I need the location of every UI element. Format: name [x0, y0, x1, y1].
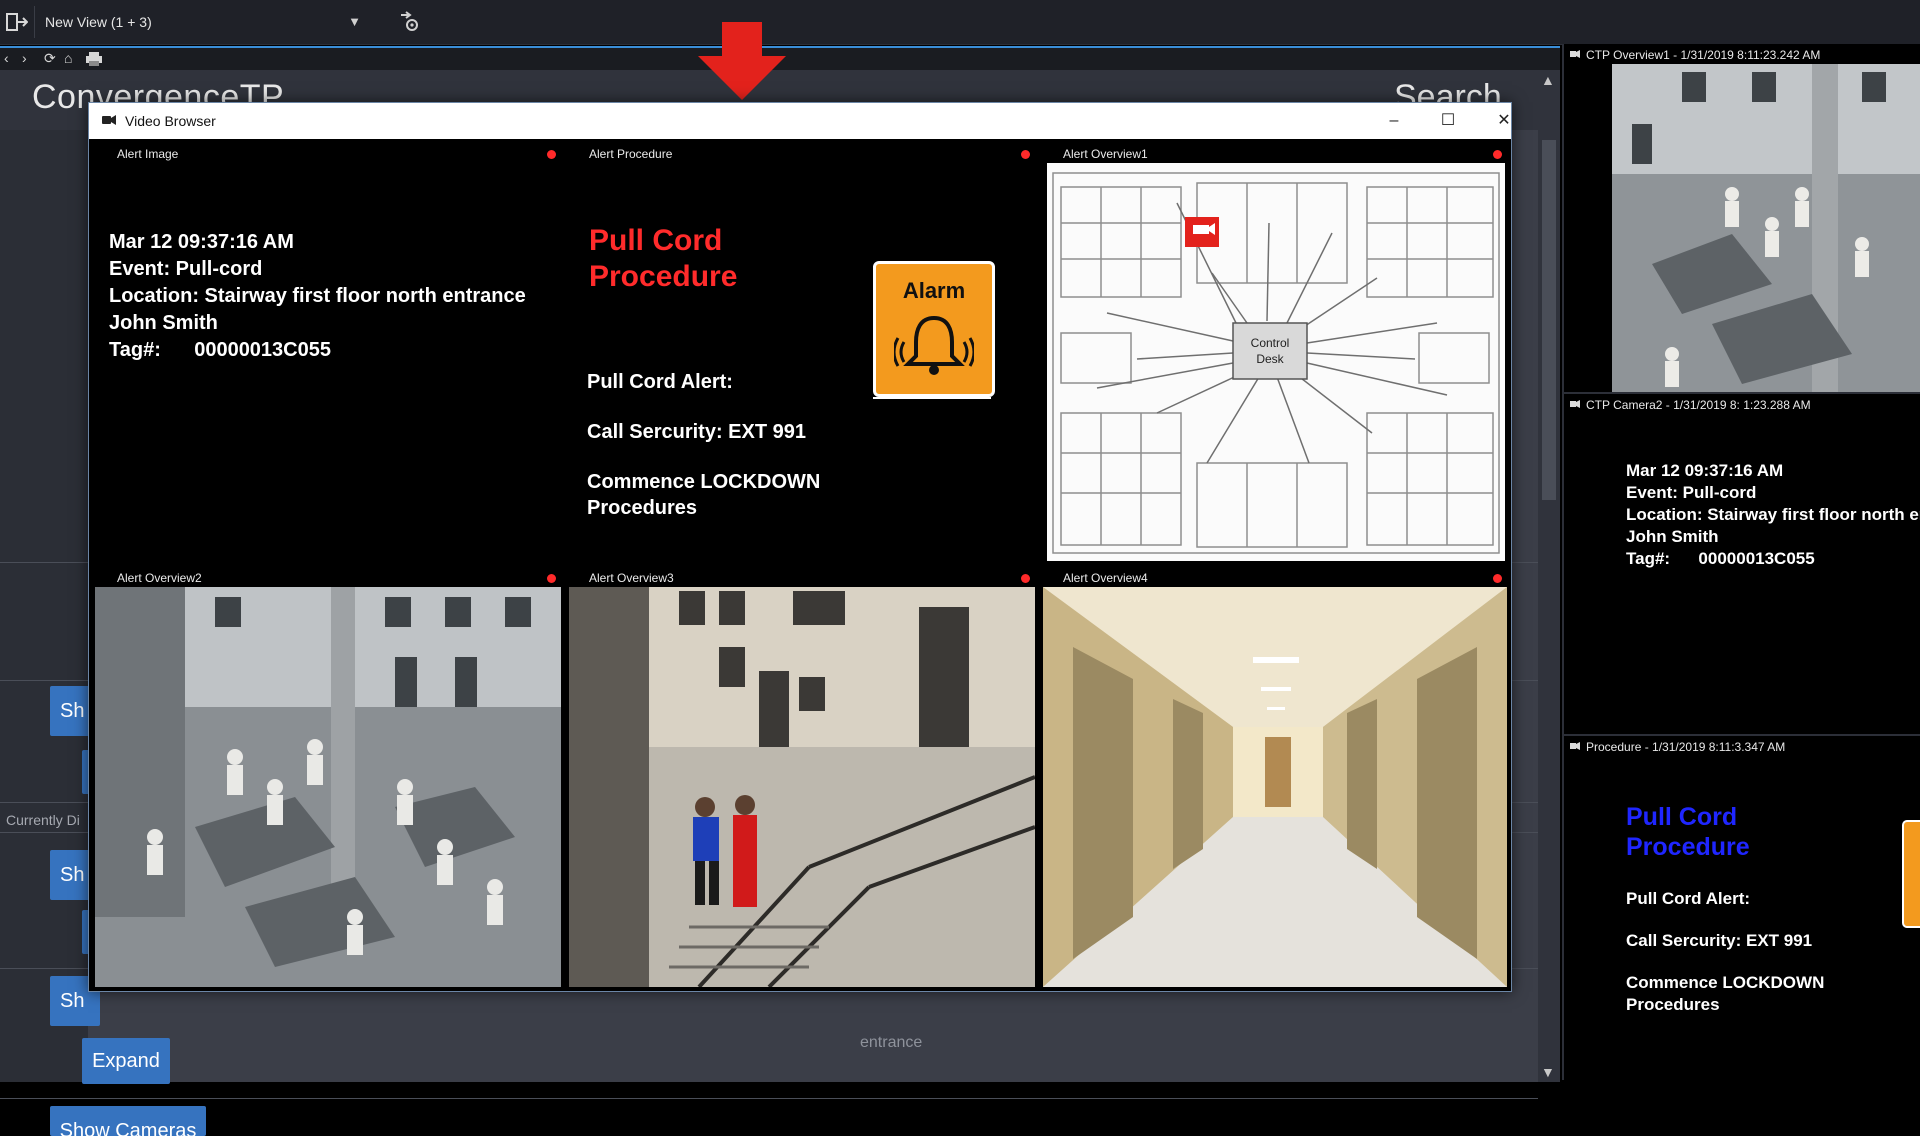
procedure-title: Pull Cord Procedure — [589, 223, 737, 295]
forward-icon[interactable]: › — [22, 50, 27, 66]
camera-tile-icon — [1570, 742, 1580, 750]
right-procedure-title-line1: Pull Cord — [1626, 803, 1738, 831]
procedure-step-3a: Commence LOCKDOWN — [587, 471, 821, 493]
currently-displayed-label: Currently Di — [6, 812, 80, 828]
back-icon[interactable]: ‹ — [4, 50, 9, 66]
scroll-up-icon[interactable]: ▲ — [1541, 72, 1555, 88]
alert-details: Mar 12 09:37:16 AM Event: Pull-cord Loca… — [109, 229, 526, 364]
tile-label: Procedure - 1/31/2019 8:11:3.347 AM — [1586, 740, 1786, 754]
red-arrow-icon — [698, 22, 786, 100]
alert-person: John Smith — [109, 312, 218, 334]
camera-feed-overview1 — [1612, 64, 1920, 394]
right-alert-event: Event: Pull-cord — [1626, 483, 1757, 502]
exit-icon[interactable] — [6, 12, 28, 32]
alarm-sign: Alarm — [873, 261, 995, 397]
control-desk-label-2: Desk — [1256, 352, 1284, 366]
pane-alert-overview2[interactable]: Alert Overview2 — [91, 565, 563, 989]
procedure-steps: Pull Cord Alert: Call Sercurity: EXT 991… — [587, 369, 820, 521]
right-tile-overview1[interactable]: CTP Overview1 - 1/31/2019 8:11:23.242 AM — [1564, 44, 1920, 394]
recording-indicator-icon — [1021, 150, 1030, 159]
procedure-step-3b: Procedures — [587, 497, 698, 519]
alert-event: Event: Pull-cord — [109, 258, 263, 280]
right-alert-location: Location: Stairway first floor north ent… — [1626, 505, 1920, 524]
recording-indicator-icon — [1493, 574, 1502, 583]
camera-marker-icon[interactable] — [1185, 217, 1219, 247]
window-titlebar[interactable]: Video Browser – ☐ ✕ — [89, 103, 1511, 139]
right-procedure-step-3b: Procedures — [1626, 995, 1720, 1014]
alert-tag: Tag#: 00000013C055 — [109, 339, 331, 361]
camera-tile-icon — [1570, 50, 1580, 58]
recording-indicator-icon — [547, 574, 556, 583]
alarm-bell-icon — [894, 315, 974, 375]
pane-label: Alert Overview4 — [1063, 571, 1148, 585]
maximize-button[interactable]: ☐ — [1425, 107, 1471, 135]
right-procedure-step-3a: Commence LOCKDOWN — [1626, 973, 1825, 992]
alert-timestamp: Mar 12 09:37:16 AM — [109, 231, 294, 253]
pane-label: Alert Overview1 — [1063, 147, 1148, 161]
right-procedure-title: Pull Cord Procedure — [1626, 802, 1750, 862]
right-tile-camera2[interactable]: CTP Camera2 - 1/31/2019 8: 1:23.288 AM M… — [1564, 392, 1920, 734]
recording-indicator-icon — [547, 150, 556, 159]
recording-indicator-icon — [1493, 150, 1502, 159]
tile-label: CTP Overview1 - 1/31/2019 8:11:23.242 AM — [1586, 48, 1821, 62]
page-scrollbar[interactable]: ▲ ▼ — [1538, 70, 1560, 1082]
right-alert-person: John Smith — [1626, 527, 1719, 546]
recording-indicator-icon — [1021, 574, 1030, 583]
right-tile-procedure[interactable]: Procedure - 1/31/2019 8:11:3.347 AM Pull… — [1564, 734, 1920, 1082]
procedure-title-line2: Procedure — [589, 260, 738, 293]
pane-alert-image[interactable]: Alert Image Mar 12 09:37:16 AM Event: Pu… — [91, 139, 563, 563]
home-icon[interactable]: ⌂ — [64, 50, 72, 66]
right-alarm-sign — [1902, 820, 1920, 928]
pane-alert-procedure[interactable]: Alert Procedure Pull Cord Procedure Alar… — [565, 139, 1037, 563]
scroll-down-icon[interactable]: ▼ — [1541, 1064, 1555, 1080]
alert-location: Location: Stairway first floor north ent… — [109, 285, 526, 307]
pane-label: Alert Image — [117, 147, 179, 161]
refresh-icon[interactable]: ⟳ — [44, 50, 56, 67]
right-alert-timestamp: Mar 12 09:37:16 AM — [1626, 461, 1784, 480]
right-procedure-title-line2: Procedure — [1626, 833, 1750, 861]
pane-label: Alert Procedure — [589, 147, 673, 161]
pane-alert-overview1[interactable]: Alert Overview1 Control Desk — [1039, 139, 1509, 563]
procedure-step-1: Pull Cord Alert: — [587, 371, 733, 393]
minimize-button[interactable]: – — [1371, 107, 1417, 135]
top-toolbar: New View (1 + 3) ▼ — [0, 0, 1920, 45]
chevron-down-icon: ▼ — [348, 14, 361, 29]
scroll-thumb[interactable] — [1542, 140, 1556, 500]
alarm-sign-label: Alarm — [902, 278, 966, 303]
right-camera-column: CTP Overview1 - 1/31/2019 8:11:23.242 AM — [1562, 44, 1920, 1080]
entrance-text: entrance — [860, 1034, 923, 1051]
print-icon[interactable] — [86, 52, 102, 66]
tile-label: CTP Camera2 - 1/31/2019 8: 1:23.288 AM — [1586, 398, 1811, 412]
view-selector-label: New View (1 + 3) — [45, 14, 152, 30]
right-alert-details: Mar 12 09:37:16 AM Event: Pull-cord Loca… — [1626, 460, 1920, 570]
control-desk-label-1: Control — [1251, 336, 1290, 350]
camera-tile-icon — [1570, 400, 1580, 408]
floor-plan-map: Control Desk — [1047, 163, 1505, 561]
pane-label: Alert Overview3 — [589, 571, 674, 585]
video-browser-icon — [102, 115, 116, 125]
expand-button[interactable]: Expand — [82, 1038, 170, 1084]
page-left-column — [0, 130, 88, 1082]
camera-feed-hallway — [1043, 587, 1507, 987]
procedure-step-2: Call Sercurity: EXT 991 — [587, 421, 806, 443]
right-procedure-step-1: Pull Cord Alert: — [1626, 889, 1751, 908]
show-cameras-button[interactable]: Show Cameras — [50, 1106, 206, 1136]
window-title: Video Browser — [125, 113, 216, 129]
setup-icon[interactable] — [398, 11, 420, 33]
alarm-underline — [873, 397, 991, 399]
camera-feed-dayroom — [95, 587, 561, 987]
pane-alert-overview3[interactable]: Alert Overview3 — [565, 565, 1037, 989]
pane-alert-overview4[interactable]: Alert Overview4 — [1039, 565, 1509, 989]
right-procedure-steps: Pull Cord Alert: Call Sercurity: EXT 991… — [1626, 888, 1824, 1016]
right-alert-tag: Tag#: 00000013C055 — [1626, 549, 1815, 568]
close-button[interactable]: ✕ — [1481, 107, 1527, 135]
right-procedure-step-2: Call Sercurity: EXT 991 — [1626, 931, 1813, 950]
view-selector[interactable]: New View (1 + 3) ▼ — [34, 6, 369, 38]
pane-label: Alert Overview2 — [117, 571, 202, 585]
camera-feed-stairway — [569, 587, 1035, 987]
video-browser-window[interactable]: Video Browser – ☐ ✕ Alert Image Mar 12 0… — [88, 102, 1512, 992]
procedure-title-line1: Pull Cord — [589, 224, 723, 257]
